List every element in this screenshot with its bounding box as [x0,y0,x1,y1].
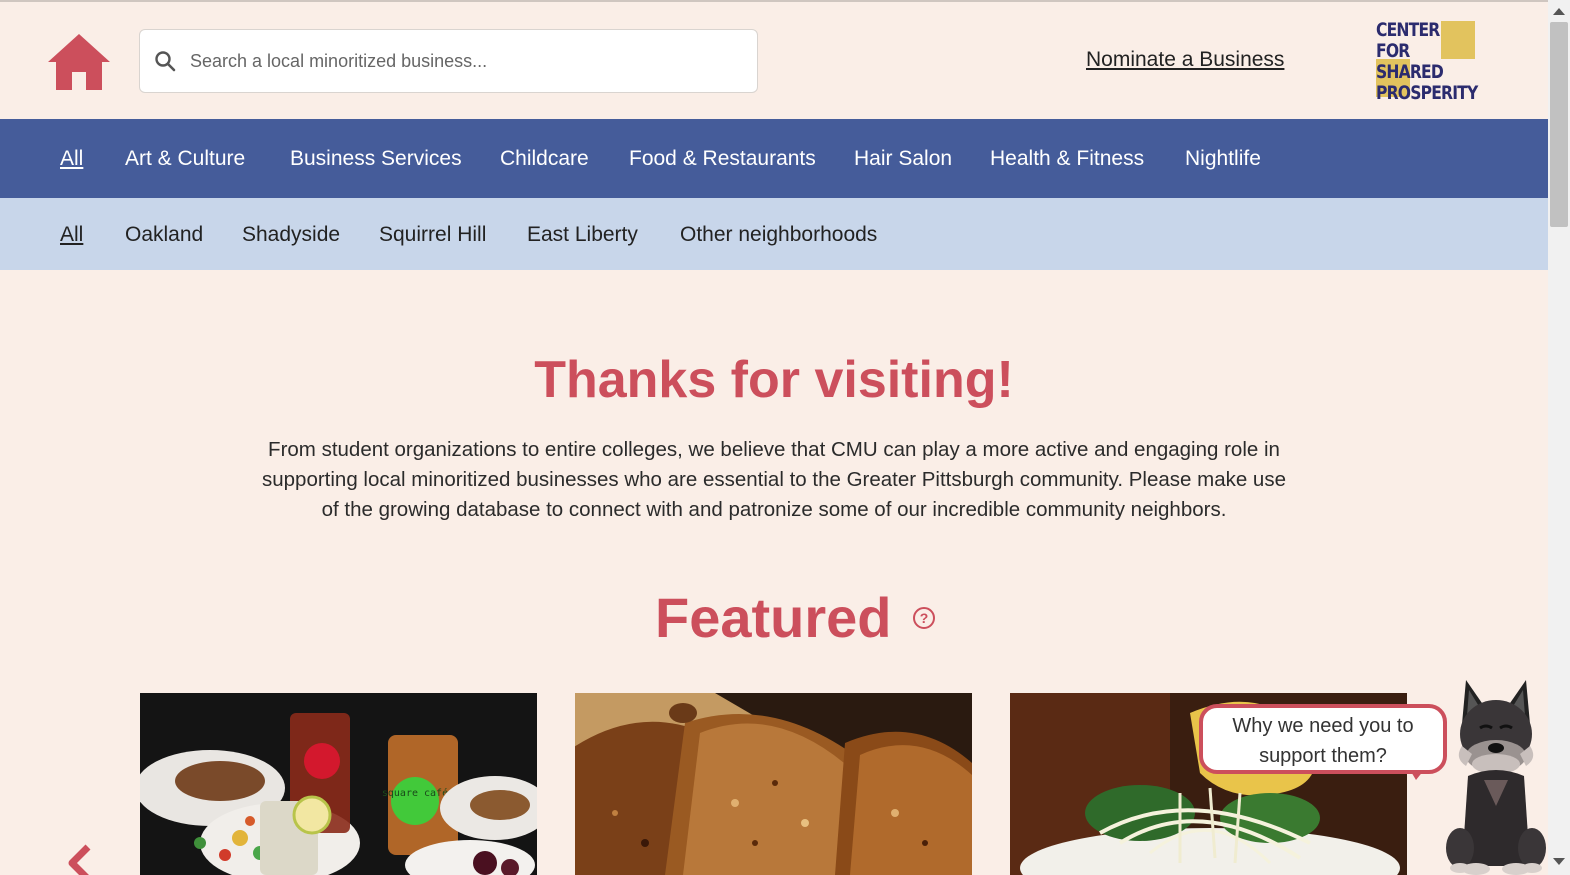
home-icon[interactable] [46,32,112,92]
center-for-shared-prosperity-logo[interactable]: CENTER FOR SHARED PROSPERITY [1374,18,1480,106]
search-icon [155,51,176,72]
logo-text: CENTER FOR SHARED PROSPERITY [1376,19,1478,104]
neighborhood-squirrel-hill[interactable]: Squirrel Hill [379,223,486,247]
search-bar[interactable] [139,29,758,93]
neighborhood-all[interactable]: All [60,223,83,247]
page-title: Thanks for visiting! [534,351,1014,409]
vertical-scrollbar[interactable] [1548,0,1570,875]
neighborhood-other[interactable]: Other neighborhoods [680,223,877,247]
scrollbar-thumb[interactable] [1550,22,1568,227]
category-art-culture[interactable]: Art & Culture [125,147,245,171]
scroll-down-arrow-icon[interactable] [1553,858,1565,865]
category-all[interactable]: All [60,147,83,171]
featured-heading: Featured [655,586,892,649]
featured-card-image [575,693,972,875]
featured-card-image: square café [140,693,537,875]
help-icon[interactable]: ? [913,607,935,629]
category-nav: All Art & Culture Business Services Chil… [0,119,1548,198]
neighborhood-east-liberty[interactable]: East Liberty [527,223,638,247]
featured-card[interactable]: square café [140,693,537,875]
neighborhood-oakland[interactable]: Oakland [125,223,203,247]
category-business-services[interactable]: Business Services [290,147,462,171]
search-input[interactable] [190,40,740,82]
category-childcare[interactable]: Childcare [500,147,589,171]
category-nightlife[interactable]: Nightlife [1185,147,1261,171]
category-food-restaurants[interactable]: Food & Restaurants [629,147,816,171]
intro-paragraph: From student organizations to entire col… [262,438,1286,521]
neighborhood-shadyside[interactable]: Shadyside [242,223,340,247]
featured-card[interactable] [575,693,972,875]
mascot-speech-bubble[interactable]: Why we need you to support them? [1199,704,1447,774]
site-header: Nominate a Business CENTER FOR SHARED PR… [0,2,1548,119]
speech-bubble-tail [1410,770,1424,780]
svg-text:square café: square café [382,787,448,799]
carousel-prev-arrow-icon[interactable] [58,843,94,875]
category-hair-salon[interactable]: Hair Salon [854,147,952,171]
nominate-business-link[interactable]: Nominate a Business [1086,48,1284,72]
dog-mascot-icon[interactable] [1440,676,1546,875]
neighborhood-nav: All Oakland Shadyside Squirrel Hill East… [0,198,1548,270]
category-health-fitness[interactable]: Health & Fitness [990,147,1144,171]
scroll-up-arrow-icon[interactable] [1553,8,1565,15]
